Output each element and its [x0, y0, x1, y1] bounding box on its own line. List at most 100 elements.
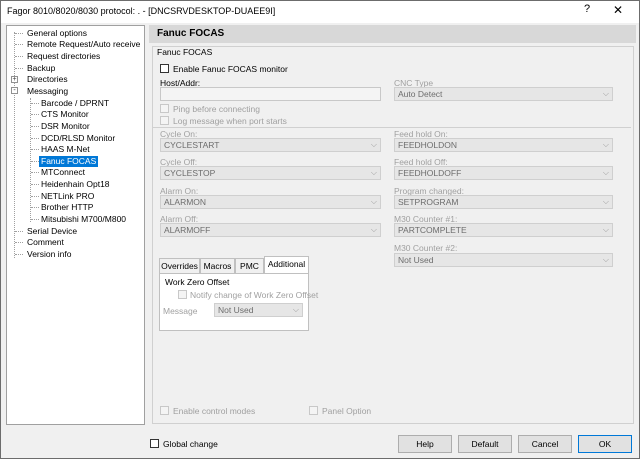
expand-plus-icon[interactable]: +: [11, 76, 18, 83]
alarm-on-value: ALARMON: [164, 197, 207, 207]
tree-item-fanuc-focas[interactable]: Fanuc FOCAS: [39, 156, 99, 167]
tree-connector: [15, 68, 23, 69]
tree-connector: [31, 114, 39, 115]
enable-control-label: Enable control modes: [173, 406, 256, 416]
alarm-off-select[interactable]: ALARMOFF ⌵: [160, 223, 381, 237]
tree-connector: [15, 254, 23, 255]
panel-option-checkbox[interactable]: [309, 406, 318, 415]
cnc-type-select[interactable]: Auto Detect ⌵: [394, 87, 613, 101]
chevron-down-icon: ⌵: [370, 197, 377, 206]
tree-item-haas-mnet[interactable]: HAAS M-Net: [41, 144, 90, 155]
chevron-down-icon: ⌵: [370, 140, 377, 149]
feed-hold-off-value: FEEDHOLDOFF: [398, 168, 462, 178]
chevron-down-icon: ⌵: [602, 225, 609, 234]
tab-pmc[interactable]: PMC: [235, 258, 264, 273]
tree-connector: [31, 161, 39, 162]
tree-item-serial-device[interactable]: Serial Device: [27, 226, 77, 237]
tree-connector: [31, 138, 39, 139]
tree-item-request-directories[interactable]: Request directories: [27, 51, 100, 62]
enable-monitor-checkbox[interactable]: [160, 64, 169, 73]
tree-connector: [31, 149, 39, 150]
message-value: Not Used: [218, 305, 254, 315]
additional-tab-panel: Work Zero Offset Notify change of Work Z…: [159, 273, 318, 331]
m30-counter-2-label: M30 Counter #2:: [394, 243, 458, 253]
chevron-down-icon: ⌵: [602, 197, 609, 206]
cycle-on-value: CYCLESTART: [164, 140, 220, 150]
window-title: Fagor 8010/8020/8030 protocol: . - [DNCS…: [7, 6, 276, 16]
tree-item-heidenhain-opt18[interactable]: Heidenhain Opt18: [41, 179, 110, 190]
ping-checkbox[interactable]: [160, 104, 169, 113]
feed-hold-off-select[interactable]: FEEDHOLDOFF ⌵: [394, 166, 613, 180]
host-input[interactable]: [160, 87, 381, 101]
cancel-button[interactable]: Cancel: [518, 435, 572, 453]
feed-hold-on-select[interactable]: FEEDHOLDON ⌵: [394, 138, 613, 152]
cnc-type-value: Auto Detect: [398, 89, 443, 99]
help-button[interactable]: Help: [398, 435, 452, 453]
chevron-down-icon: ⌵: [370, 168, 377, 177]
enable-control-checkbox[interactable]: [160, 406, 169, 415]
program-changed-value: SETPROGRAM: [398, 197, 459, 207]
collapse-minus-icon[interactable]: -: [11, 87, 18, 94]
tree-connector: [31, 207, 39, 208]
tree-connector: [14, 32, 15, 258]
chevron-down-icon: ⌵: [602, 168, 609, 177]
panel-header: Fanuc FOCAS: [149, 25, 636, 43]
tree-item-directories[interactable]: Directories: [27, 74, 68, 85]
log-message-checkbox[interactable]: [160, 116, 169, 125]
tree-connector: [15, 44, 23, 45]
tree-item-dsr-monitor[interactable]: DSR Monitor: [41, 121, 90, 132]
tree-item-backup[interactable]: Backup: [27, 63, 55, 74]
m30-counter-2-select[interactable]: Not Used ⌵: [394, 253, 613, 267]
cycle-off-value: CYCLESTOP: [164, 168, 216, 178]
cycle-off-select[interactable]: CYCLESTOP ⌵: [160, 166, 381, 180]
wzo-notify-checkbox[interactable]: [178, 290, 187, 299]
tree-item-netlink-pro[interactable]: NETLink PRO: [41, 191, 94, 202]
tree-connector: [15, 231, 23, 232]
cycle-on-select[interactable]: CYCLESTART ⌵: [160, 138, 381, 152]
tree-connector: [31, 184, 39, 185]
tree-item-remote-request[interactable]: Remote Request/Auto receive: [27, 39, 140, 50]
chevron-down-icon: ⌵: [602, 140, 609, 149]
tab-macros[interactable]: Macros: [200, 258, 235, 273]
tree-connector: [31, 219, 39, 220]
wzo-title: Work Zero Offset: [165, 277, 230, 287]
tab-overrides[interactable]: Overrides: [159, 258, 200, 273]
dialog-window: Fagor 8010/8020/8030 protocol: . - [DNCS…: [0, 0, 640, 459]
tree-item-cts-monitor[interactable]: CTS Monitor: [41, 109, 89, 120]
program-changed-select[interactable]: SETPROGRAM ⌵: [394, 195, 613, 209]
tree-connector: [31, 103, 39, 104]
tab-additional[interactable]: Additional: [264, 256, 309, 273]
settings-tree[interactable]: + - General options Remote Request/Auto …: [6, 25, 145, 425]
enable-monitor-label: Enable Fanuc FOCAS monitor: [173, 64, 288, 74]
panel-option-label: Panel Option: [322, 406, 372, 416]
ping-label: Ping before connecting: [173, 104, 260, 114]
default-button[interactable]: Default: [458, 435, 512, 453]
tree-item-messaging[interactable]: Messaging: [27, 86, 68, 97]
message-select[interactable]: Not Used ⌵: [214, 303, 303, 317]
chevron-down-icon: ⌵: [292, 305, 299, 314]
wzo-notify-label: Notify change of Work Zero Offset: [190, 290, 319, 300]
close-icon[interactable]: ✕: [603, 3, 633, 19]
chevron-down-icon: ⌵: [370, 225, 377, 234]
tree-item-mitsubishi[interactable]: Mitsubishi M700/M800: [41, 214, 126, 225]
tree-item-general-options[interactable]: General options: [27, 28, 87, 39]
help-icon[interactable]: ?: [579, 3, 595, 19]
m30-counter-1-value: PARTCOMPLETE: [398, 225, 467, 235]
alarm-on-select[interactable]: ALARMON ⌵: [160, 195, 381, 209]
log-message-label: Log message when port starts: [173, 116, 287, 126]
tree-item-version-info[interactable]: Version info: [27, 249, 71, 260]
tree-item-barcode-dprnt[interactable]: Barcode / DPRNT: [41, 98, 109, 109]
tree-connector: [30, 98, 31, 222]
title-bar: Fagor 8010/8020/8030 protocol: . - [DNCS…: [1, 1, 639, 23]
m30-counter-2-value: Not Used: [398, 255, 434, 265]
tree-item-comment[interactable]: Comment: [27, 237, 64, 248]
tree-connector: [31, 172, 39, 173]
tree-item-mtconnect[interactable]: MTConnect: [41, 167, 85, 178]
m30-counter-1-select[interactable]: PARTCOMPLETE ⌵: [394, 223, 613, 237]
tree-item-dcd-rlsd-monitor[interactable]: DCD/RLSD Monitor: [41, 133, 115, 144]
ok-button[interactable]: OK: [578, 435, 632, 453]
global-change-label: Global change: [163, 439, 218, 449]
global-change-checkbox[interactable]: [150, 439, 159, 448]
tree-connector: [31, 196, 39, 197]
tree-item-brother-http[interactable]: Brother HTTP: [41, 202, 93, 213]
